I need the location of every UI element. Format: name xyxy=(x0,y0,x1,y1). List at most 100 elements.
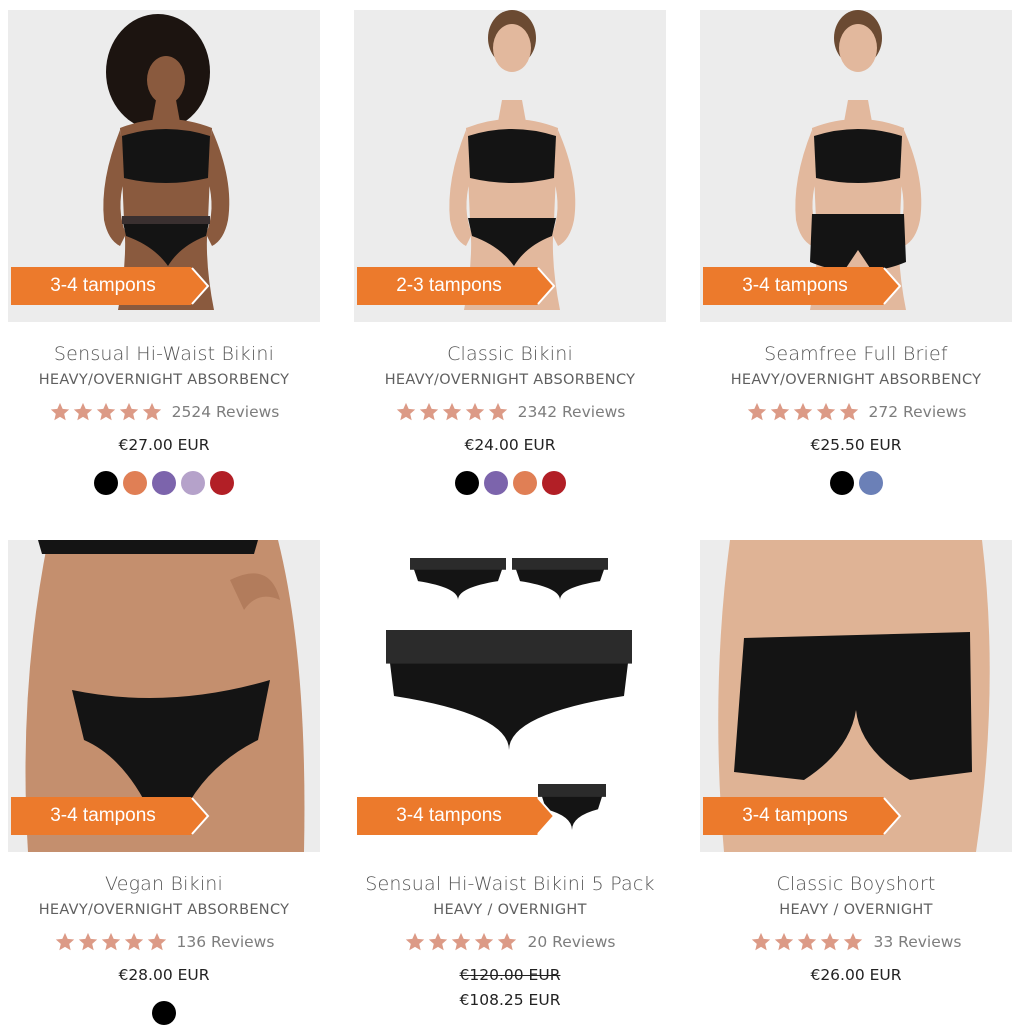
star-icon xyxy=(78,932,97,951)
product-card[interactable]: 3-4 tampons Sensual Hi-Waist Bikini HEAVY/… xyxy=(8,10,320,495)
neck-shape xyxy=(844,100,872,122)
star-icon xyxy=(442,402,461,421)
color-swatch[interactable] xyxy=(454,471,479,495)
product-card[interactable]: 3-4 tampons Sensual Hi-Waist Bikini 5 Pac… xyxy=(354,540,666,1011)
top-band-shape xyxy=(38,540,258,554)
badge-label: 2-3 tampons xyxy=(396,275,502,296)
product-card[interactable]: 3-4 tampons Vegan Bikini HEAVY/OVERNIGHT A… xyxy=(8,540,320,1025)
review-count[interactable]: 136 Reviews xyxy=(177,933,275,951)
product-image[interactable]: 3-4 tampons xyxy=(700,10,1012,322)
star-icon xyxy=(73,402,92,421)
product-image[interactable]: 3-4 tampons xyxy=(700,540,1012,852)
bra-top-shape xyxy=(468,129,556,183)
lace-band-shape xyxy=(386,630,632,664)
absorbency-label: HEAVY / OVERNIGHT xyxy=(433,902,587,918)
absorbency-badge: 3-4 tampons xyxy=(703,267,903,305)
star-icon xyxy=(816,402,835,421)
star-icon xyxy=(429,932,448,951)
rating-row[interactable]: 136 Reviews xyxy=(8,927,320,957)
badge-label: 3-4 tampons xyxy=(50,275,156,296)
badge-label: 3-4 tampons xyxy=(742,275,848,296)
product-image[interactable]: 2-3 tampons xyxy=(354,10,666,322)
star-icon xyxy=(821,932,840,951)
product-name[interactable]: Seamfree Full Brief xyxy=(700,342,1012,367)
color-swatch[interactable] xyxy=(858,471,883,495)
star-icon xyxy=(465,402,484,421)
star-icon xyxy=(752,932,771,951)
star-icon xyxy=(488,402,507,421)
product-name[interactable]: Sensual Hi-Waist Bikini xyxy=(8,342,320,367)
product-image[interactable]: 3-4 tampons xyxy=(354,540,666,852)
rating-row[interactable]: 2524 Reviews xyxy=(8,397,320,427)
color-swatch[interactable] xyxy=(541,471,566,495)
absorbency-label: HEAVY / OVERNIGHT xyxy=(779,902,933,918)
star-rating xyxy=(54,931,168,953)
review-count[interactable]: 20 Reviews xyxy=(527,933,615,951)
product-image[interactable]: 3-4 tampons xyxy=(8,540,320,852)
product-name[interactable]: Vegan Bikini xyxy=(8,872,320,897)
star-rating xyxy=(750,931,864,953)
color-swatches xyxy=(8,1001,320,1025)
color-swatch[interactable] xyxy=(152,1001,176,1025)
color-swatches xyxy=(700,471,1012,495)
star-rating xyxy=(746,401,860,423)
color-swatch[interactable] xyxy=(181,471,205,495)
badge-label: 3-4 tampons xyxy=(396,805,502,826)
star-icon xyxy=(839,402,858,421)
star-icon xyxy=(452,932,471,951)
rating-row[interactable]: 2342 Reviews xyxy=(354,397,666,427)
original-price: €120.00 EUR xyxy=(459,966,561,984)
product-grid: 3-4 tampons Sensual Hi-Waist Bikini HEAVY/… xyxy=(0,0,1024,1036)
product-name[interactable]: Classic Bikini xyxy=(354,342,666,367)
color-swatch[interactable] xyxy=(123,471,147,495)
badge-label: 3-4 tampons xyxy=(742,805,848,826)
product-price: €28.00 EUR xyxy=(118,966,210,984)
absorbency-badge: 2-3 tampons xyxy=(357,267,557,305)
star-icon xyxy=(793,402,812,421)
star-rating xyxy=(49,401,163,423)
color-swatch[interactable] xyxy=(152,471,176,495)
star-icon xyxy=(498,932,517,951)
rating-row[interactable]: 20 Reviews xyxy=(354,927,666,957)
star-icon xyxy=(55,932,74,951)
lace-band-shape xyxy=(410,558,506,570)
product-price: €24.00 EUR xyxy=(464,436,556,454)
color-swatch[interactable] xyxy=(483,471,508,495)
neck-shape xyxy=(152,100,180,122)
star-icon xyxy=(147,932,166,951)
bra-top-shape xyxy=(814,129,902,183)
star-rating xyxy=(404,931,518,953)
absorbency-label: HEAVY/OVERNIGHT ABSORBENCY xyxy=(38,902,290,918)
star-icon xyxy=(747,402,766,421)
product-name[interactable]: Sensual Hi-Waist Bikini 5 Pack xyxy=(354,872,666,897)
absorbency-label: HEAVY/OVERNIGHT ABSORBENCY xyxy=(384,372,636,388)
color-swatch[interactable] xyxy=(829,471,854,495)
lace-trim-shape xyxy=(122,216,210,224)
product-image[interactable]: 3-4 tampons xyxy=(8,10,320,322)
product-card[interactable]: 2-3 tampons Classic Bikini HEAVY/OVERNIGHT… xyxy=(354,10,666,495)
absorbency-badge: 3-4 tampons xyxy=(11,267,211,305)
review-count[interactable]: 2524 Reviews xyxy=(172,403,280,421)
star-icon xyxy=(419,402,438,421)
product-card[interactable]: 3-4 tampons Classic Boyshort HEAVY / OVERN… xyxy=(700,540,1012,986)
rating-row[interactable]: 33 Reviews xyxy=(700,927,1012,957)
product-card[interactable]: 3-4 tampons Seamfree Full Brief HEAVY/OVER… xyxy=(700,10,1012,495)
star-icon xyxy=(844,932,863,951)
rating-row[interactable]: 272 Reviews xyxy=(700,397,1012,427)
head-shape xyxy=(147,56,185,104)
star-icon xyxy=(142,402,161,421)
color-swatch[interactable] xyxy=(94,471,118,495)
head-shape xyxy=(839,24,877,72)
absorbency-badge: 3-4 tampons xyxy=(703,797,903,835)
badge-label: 3-4 tampons xyxy=(50,805,156,826)
color-swatch[interactable] xyxy=(210,471,234,495)
review-count[interactable]: 33 Reviews xyxy=(873,933,961,951)
review-count[interactable]: 272 Reviews xyxy=(869,403,967,421)
absorbency-badge: 3-4 tampons xyxy=(357,797,557,835)
star-icon xyxy=(101,932,120,951)
color-swatches xyxy=(8,471,320,495)
product-name[interactable]: Classic Boyshort xyxy=(700,872,1012,897)
sale-price: €108.25 EUR xyxy=(459,991,561,1009)
review-count[interactable]: 2342 Reviews xyxy=(518,403,626,421)
color-swatch[interactable] xyxy=(512,471,537,495)
